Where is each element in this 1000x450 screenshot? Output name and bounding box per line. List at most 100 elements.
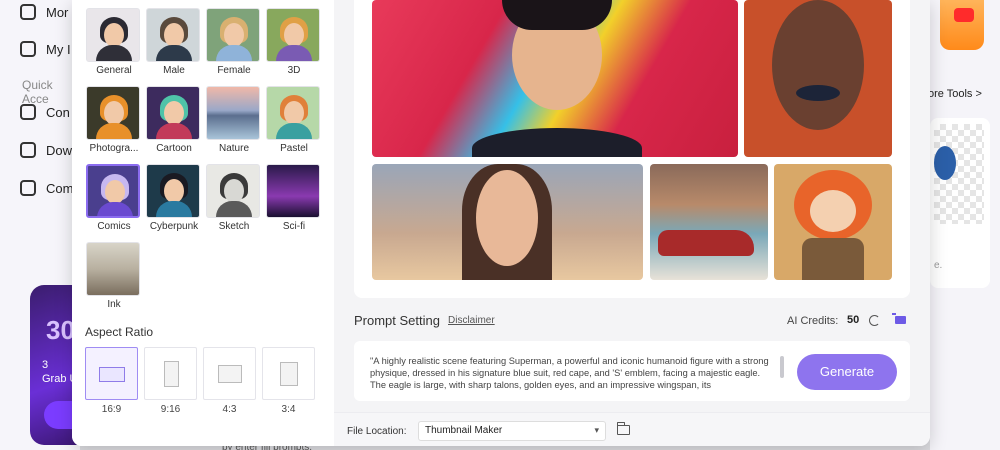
aspect-option-box xyxy=(262,347,315,400)
style-female[interactable]: Female xyxy=(206,8,262,76)
style-label: Cartoon xyxy=(156,143,192,154)
style-thumbnail xyxy=(266,164,320,218)
face-shape xyxy=(810,190,856,232)
tool-card-text: e. xyxy=(934,260,943,271)
main-area: Prompt Setting Disclaimer AI Credits: 50… xyxy=(334,0,930,412)
style-pastel[interactable]: Pastel xyxy=(266,86,322,154)
style-cyberpunk[interactable]: Cyberpunk xyxy=(146,164,202,232)
style-label: Photogra... xyxy=(89,143,139,154)
style-label: Cyberpunk xyxy=(149,221,199,232)
hair-shape xyxy=(502,0,612,30)
lips-shape xyxy=(796,85,840,101)
folder-icon[interactable] xyxy=(616,422,630,435)
folder-icon xyxy=(20,41,36,57)
aspect-option-box xyxy=(203,347,256,400)
bg-sidebar-item[interactable]: My I xyxy=(20,41,71,57)
portrait-shape xyxy=(164,361,179,387)
style-ink[interactable]: Ink xyxy=(86,242,142,310)
aspect-label: 9:16 xyxy=(160,404,181,415)
butterfly-image xyxy=(934,146,956,180)
promo-line: 3 xyxy=(42,359,49,371)
style-thumbnail xyxy=(146,86,200,140)
style-label: Ink xyxy=(107,299,121,310)
youtube-tool-icon[interactable] xyxy=(940,0,984,50)
sample-image-portrait-male[interactable] xyxy=(372,0,738,157)
bg-sidebar-item[interactable]: Dow xyxy=(20,142,72,158)
sample-gallery xyxy=(354,0,910,298)
style-panel: General Male Female 3D Photogra... Carto… xyxy=(72,0,334,446)
style-general[interactable]: General xyxy=(86,8,142,76)
style-thumbnail xyxy=(206,8,260,62)
aspect-label: 16:9 xyxy=(101,404,122,415)
car-shape xyxy=(658,230,754,256)
bg-sidebar-item[interactable]: Con xyxy=(20,104,70,120)
sample-image-car-beach[interactable] xyxy=(650,164,768,280)
style-sci-fi[interactable]: Sci-fi xyxy=(266,164,322,232)
style-thumbnail xyxy=(86,164,140,218)
more-tools-link[interactable]: ore Tools > xyxy=(928,88,982,100)
style-comics[interactable]: Comics xyxy=(86,164,142,232)
download-icon xyxy=(20,142,36,158)
style-label: Comics xyxy=(97,221,131,232)
aspect-label: 4:3 xyxy=(222,404,237,415)
ai-credits-value: 50 xyxy=(847,314,860,326)
style-thumbnail xyxy=(146,8,200,62)
aspect-3-4[interactable]: 3:4 xyxy=(262,347,315,415)
chevron-down-icon: ▾ xyxy=(594,425,599,435)
aspect-4-3[interactable]: 4:3 xyxy=(203,347,256,415)
prompt-scrollbar[interactable] xyxy=(780,356,784,378)
prompt-setting-title: Prompt Setting xyxy=(354,313,440,328)
aspect-label: 3:4 xyxy=(281,404,296,415)
landscape-shape xyxy=(218,365,242,383)
refresh-icon[interactable] xyxy=(869,315,880,326)
style-thumbnail xyxy=(266,8,320,62)
prompt-textarea[interactable]: "A highly realistic scene featuring Supe… xyxy=(370,355,770,393)
bg-sidebar-item[interactable]: Com xyxy=(20,180,73,196)
generate-button[interactable]: Generate xyxy=(797,354,897,390)
shoulders-shape xyxy=(472,128,642,157)
aspect-option-box xyxy=(144,347,197,400)
style-sketch[interactable]: Sketch xyxy=(206,164,262,232)
file-location-select[interactable]: Thumbnail Maker ▾ xyxy=(418,421,606,441)
style-photography[interactable]: Photogra... xyxy=(86,86,142,154)
portrait-shape xyxy=(280,362,298,386)
style-thumbnail xyxy=(86,86,140,140)
face-shape xyxy=(772,0,864,130)
style-label: Female xyxy=(217,65,251,76)
aspect-9-16[interactable]: 9:16 xyxy=(144,347,197,415)
prompt-input-box[interactable]: "A highly realistic scene featuring Supe… xyxy=(354,341,910,401)
sample-image-woman-sunset[interactable] xyxy=(372,164,643,280)
aspect-option-box xyxy=(85,347,138,400)
sample-image-portrait-female[interactable] xyxy=(744,0,892,157)
style-label: Male xyxy=(163,65,185,76)
style-thumbnail xyxy=(206,164,260,218)
face-shape xyxy=(476,170,538,266)
compress-icon xyxy=(20,180,36,196)
ai-credits-label: AI Credits: xyxy=(787,315,839,327)
mail-icon xyxy=(20,4,36,20)
style-cartoon[interactable]: Cartoon xyxy=(146,86,202,154)
cart-icon[interactable] xyxy=(892,313,906,324)
style-label: Nature xyxy=(218,143,249,154)
style-label: Sketch xyxy=(218,221,250,232)
background-right-panel: ore Tools > e. xyxy=(928,0,1000,450)
landscape-shape xyxy=(99,367,125,382)
file-location-value: Thumbnail Maker xyxy=(425,425,503,436)
style-thumbnail xyxy=(266,86,320,140)
armor-shape xyxy=(802,238,864,280)
disclaimer-link[interactable]: Disclaimer xyxy=(448,315,495,326)
tool-card[interactable]: e. xyxy=(930,118,990,288)
style-thumbnail xyxy=(86,8,140,62)
bg-sidebar-item[interactable]: Mor xyxy=(20,4,68,20)
style-3d[interactable]: 3D xyxy=(266,8,322,76)
style-nature[interactable]: Nature xyxy=(206,86,262,154)
style-male[interactable]: Male xyxy=(146,8,202,76)
aspect-16-9[interactable]: 16:9 xyxy=(85,347,138,415)
style-label: General xyxy=(96,65,132,76)
style-thumbnail xyxy=(206,86,260,140)
file-location-bar: File Location: Thumbnail Maker ▾ xyxy=(334,412,930,446)
aspect-ratio-title: Aspect Ratio xyxy=(85,325,154,339)
sample-image-anime-character[interactable] xyxy=(774,164,892,280)
style-thumbnail xyxy=(86,242,140,296)
style-thumbnail xyxy=(146,164,200,218)
